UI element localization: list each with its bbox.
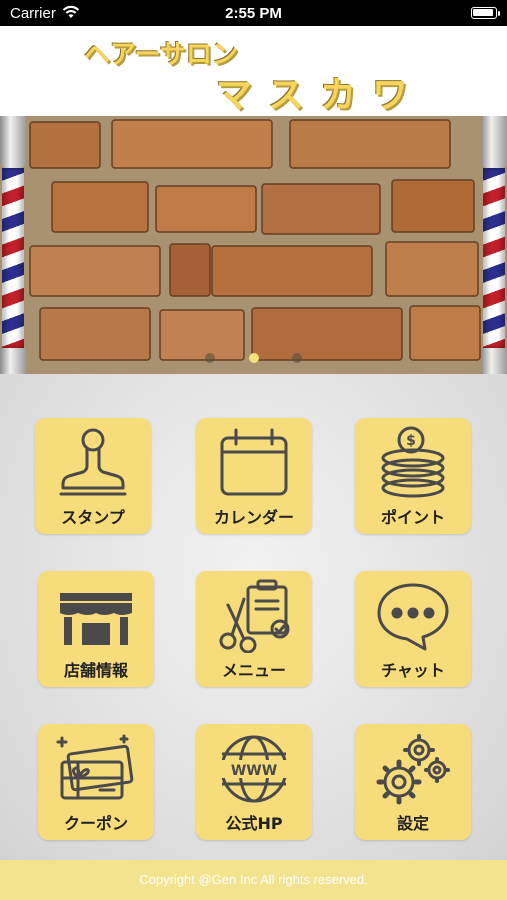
status-bar: Carrier 2:55 PM — [0, 0, 507, 26]
stamp-icon — [53, 426, 133, 500]
globe-www-icon: WWW — [214, 732, 294, 806]
svg-text:$: $ — [406, 433, 416, 449]
stamp-tile-label: スタンプ — [61, 508, 125, 527]
menu-tile-button[interactable]: メニュー — [196, 571, 312, 687]
battery-tip — [498, 11, 500, 16]
menu-grid: スタンプ カレンダー $ ポイント 店舗情報 メニュー チャット クーポン WW… — [0, 374, 507, 860]
store-icon — [56, 579, 136, 653]
carousel-page-indicator[interactable] — [0, 348, 507, 367]
battery-icon — [471, 7, 497, 19]
svg-text:WWW: WWW — [231, 763, 277, 779]
store-info-tile-button[interactable]: 店舗情報 — [38, 571, 154, 687]
menu-tile-label: メニュー — [221, 661, 286, 680]
store-info-tile-label: 店舗情報 — [63, 661, 128, 680]
gears-icon — [373, 732, 453, 806]
official-site-tile-button[interactable]: WWW 公式HP — [196, 724, 312, 840]
status-time: 2:55 PM — [225, 5, 282, 22]
chat-tile-label: チャット — [381, 661, 445, 680]
coupon-tile-label: クーポン — [63, 814, 128, 833]
banner-carousel[interactable] — [0, 116, 507, 374]
app-header: ヘアーサロン マスカワ — [0, 26, 507, 116]
stamp-tile-button[interactable]: スタンプ — [35, 418, 151, 534]
calendar-tile-label: カレンダー — [213, 508, 294, 527]
barber-pole-right — [481, 116, 507, 374]
barber-pole-left — [0, 116, 26, 374]
settings-tile-button[interactable]: 設定 — [355, 724, 471, 840]
page-dot-2[interactable] — [248, 353, 259, 363]
official-site-tile-label: 公式HP — [225, 814, 283, 833]
calendar-tile-button[interactable]: カレンダー — [196, 418, 312, 534]
chat-bubble-icon — [373, 579, 453, 653]
logo-title-line1: ヘアーサロン — [84, 40, 238, 70]
page-dot-1[interactable] — [205, 353, 216, 363]
points-tile-label: ポイント — [380, 508, 445, 527]
settings-tile-label: 設定 — [396, 814, 429, 833]
coins-icon: $ — [373, 426, 453, 500]
coupon-icon — [56, 732, 136, 806]
page-dot-3[interactable] — [291, 353, 302, 363]
calendar-icon — [214, 426, 294, 500]
logo-title-line2: マスカワ — [216, 75, 425, 116]
brick-wall-image — [0, 116, 507, 374]
scissors-clipboard-icon — [214, 579, 294, 654]
points-tile-button[interactable]: $ ポイント — [355, 418, 471, 534]
coupon-tile-button[interactable]: クーポン — [38, 724, 154, 840]
footer: Copyright @Gen Inc All rights reserved. — [0, 860, 507, 900]
copyright-text: Copyright @Gen Inc All rights reserved. — [139, 872, 368, 887]
chat-tile-button[interactable]: チャット — [355, 571, 471, 687]
